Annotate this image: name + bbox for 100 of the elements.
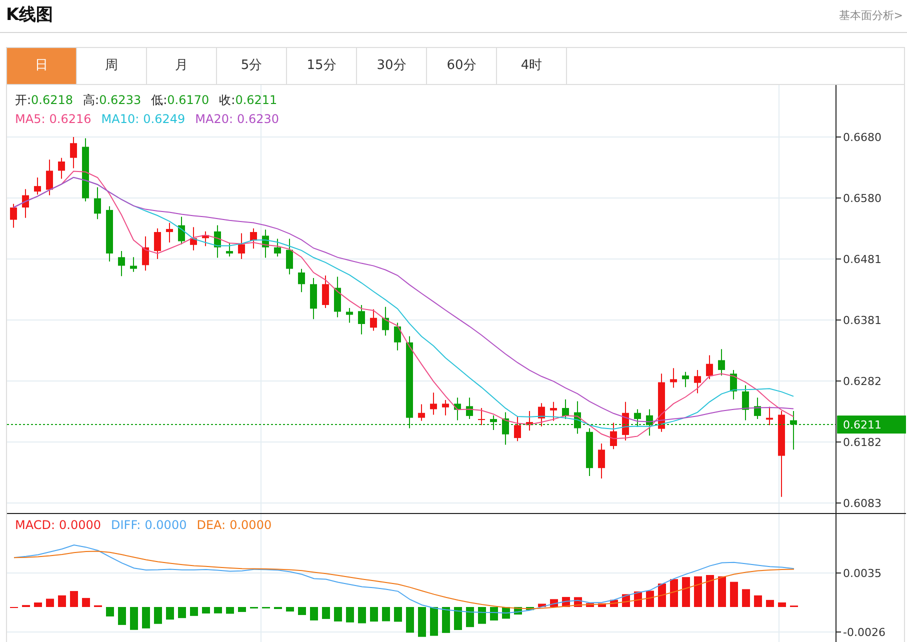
falling-candle: [562, 398, 569, 420]
macd-bar: [598, 603, 606, 607]
axis-label: 0.6282: [843, 375, 882, 388]
legend-value: 0.6249: [143, 112, 186, 126]
rising-candle: [478, 408, 485, 426]
macd-bar: [418, 607, 426, 637]
rising-candle: [190, 226, 197, 251]
macd-bar: [370, 607, 378, 622]
rising-candle: [430, 392, 437, 416]
macd-bar: [778, 602, 786, 607]
macd-bar: [478, 607, 486, 624]
falling-candle: [310, 278, 317, 320]
macd-bar: [178, 607, 186, 618]
rising-candle: [34, 176, 41, 196]
macd-bar: [166, 607, 174, 620]
rising-candle: [238, 232, 245, 260]
falling-candle: [682, 371, 689, 388]
legend-label: 开:: [15, 93, 32, 107]
rising-candle: [658, 373, 665, 432]
macd-bar: [46, 598, 54, 607]
macd-bar: [658, 584, 666, 607]
macd-bar: [154, 607, 162, 624]
macd-bar: [70, 591, 78, 607]
axis-label: 0.6680: [843, 131, 882, 144]
axis-label: 0.6580: [843, 192, 882, 205]
falling-candle: [394, 322, 401, 351]
legend-value: 0.6230: [237, 112, 279, 126]
macd-bar: [670, 579, 678, 607]
rising-candle: [670, 368, 677, 388]
rising-candle: [706, 354, 713, 380]
axis-label: 0.0035: [843, 567, 882, 580]
rising-candle: [610, 422, 617, 450]
falling-candle: [298, 268, 305, 293]
legend-label: MA10:: [101, 112, 140, 126]
falling-candle: [178, 216, 185, 245]
rising-candle: [526, 410, 533, 432]
falling-candle: [490, 414, 497, 431]
macd-bar: [286, 607, 294, 612]
macd-bar: [34, 602, 42, 607]
fundamental-analysis-link[interactable]: 基本面分析>: [838, 8, 903, 24]
macd-bar: [538, 604, 546, 607]
rising-candle: [10, 203, 17, 228]
falling-candle: [730, 369, 737, 400]
rising-candle: [70, 136, 77, 169]
rising-candle: [142, 236, 149, 272]
falling-candle: [754, 397, 761, 420]
rising-candle: [46, 159, 53, 196]
axis-label: 0.6481: [843, 253, 882, 266]
macd-bar: [442, 607, 450, 633]
macd-bar: [586, 603, 594, 607]
macd-bar: [298, 607, 306, 616]
rising-candle: [442, 400, 449, 416]
rising-candle: [622, 401, 629, 441]
legend-value: 0.6218: [31, 93, 74, 107]
rising-candle: [166, 222, 173, 243]
falling-candle: [382, 306, 389, 336]
legend-label: MA5:: [15, 112, 46, 126]
macd-bar: [754, 595, 762, 607]
legend-label: 低:: [151, 93, 168, 107]
legend-value: 0.0000: [59, 518, 102, 532]
rising-candle: [370, 308, 377, 332]
macd-bar: [430, 607, 438, 636]
macd-bar: [58, 595, 66, 607]
falling-candle: [334, 276, 341, 318]
macd-bar: [190, 607, 198, 616]
macd-bar: [310, 607, 318, 620]
macd-bar: [742, 589, 750, 607]
macd-bar: [226, 607, 234, 614]
falling-candle: [790, 410, 797, 450]
legend-value: 0.6211: [235, 93, 278, 107]
macd-bar: [394, 607, 402, 622]
rising-candle: [322, 275, 329, 309]
axis-label: 0.6182: [843, 436, 882, 449]
macd-bar: [106, 607, 114, 616]
falling-candle: [742, 384, 749, 421]
legend-value: 0.6216: [49, 112, 92, 126]
macd-bar: [766, 600, 774, 607]
macd-bar: [214, 607, 222, 614]
legend-label: MACD:: [15, 518, 56, 532]
legend-value: 0.0000: [144, 518, 187, 532]
macd-bar: [526, 607, 534, 610]
macd-bar: [334, 607, 342, 622]
falling-candle: [82, 138, 89, 202]
falling-candle: [586, 428, 593, 477]
falling-candle: [106, 206, 113, 262]
rising-candle: [58, 157, 65, 180]
macd-bar: [718, 576, 726, 607]
macd-bar: [490, 607, 498, 620]
macd-bar: [646, 590, 654, 607]
macd-bar: [346, 607, 354, 622]
macd-bar: [406, 607, 414, 633]
falling-candle: [214, 224, 221, 258]
current-price-tag: 0.6211: [837, 416, 906, 434]
macd-bar: [238, 607, 246, 612]
falling-candle: [286, 238, 293, 275]
rising-candle: [418, 404, 425, 422]
falling-candle: [226, 242, 233, 258]
macd-bar: [454, 607, 462, 630]
rising-candle: [550, 401, 557, 422]
rising-candle: [202, 230, 209, 247]
